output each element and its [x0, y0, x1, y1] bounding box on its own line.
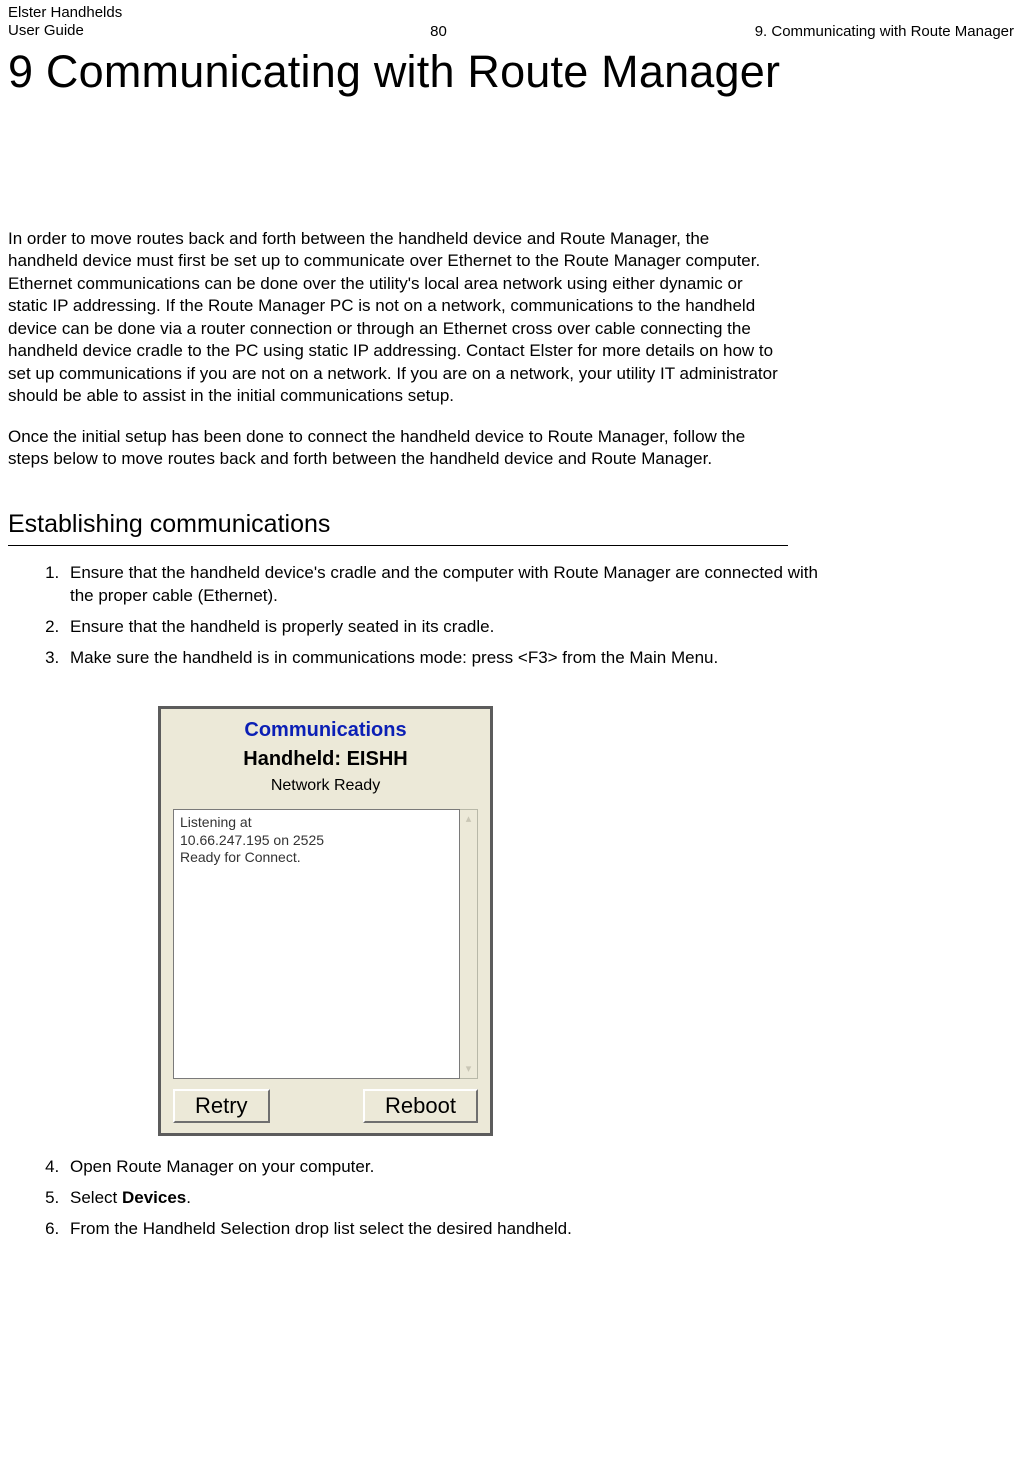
scroll-down-icon[interactable]: ▾: [460, 1060, 477, 1078]
app-window: Communications Handheld: EISHH Network R…: [158, 706, 493, 1136]
step-5: Select Devices.: [64, 1187, 824, 1210]
log-textbox: Listening at 10.66.247.195 on 2525 Ready…: [173, 809, 460, 1079]
comms-title: Communications: [161, 719, 490, 742]
steps-list: Ensure that the handheld device's cradle…: [64, 562, 824, 670]
scrollbar[interactable]: ▴ ▾: [460, 809, 478, 1079]
comms-status: Network Ready: [161, 777, 490, 795]
page-number: 80: [430, 23, 447, 40]
step-1: Ensure that the handheld device's cradle…: [64, 562, 824, 608]
step-4: Open Route Manager on your computer.: [64, 1156, 824, 1179]
intro-paragraph-1: In order to move routes back and forth b…: [8, 228, 778, 408]
step-5-suffix: .: [186, 1188, 191, 1207]
app-screenshot: Communications Handheld: EISHH Network R…: [158, 706, 493, 1136]
intro-paragraph-2: Once the initial setup has been done to …: [8, 426, 778, 471]
steps-list-continued: Open Route Manager on your computer. Sel…: [64, 1156, 824, 1241]
step-6: From the Handheld Selection drop list se…: [64, 1218, 824, 1241]
retry-button[interactable]: Retry: [173, 1089, 270, 1123]
header-left: Elster Handhelds User Guide: [8, 4, 122, 40]
section-rule: [8, 545, 788, 546]
step-5-prefix: Select: [70, 1188, 122, 1207]
step-2: Ensure that the handheld is properly sea…: [64, 616, 824, 639]
step-5-bold: Devices: [122, 1188, 186, 1207]
log-area: Listening at 10.66.247.195 on 2525 Ready…: [173, 809, 478, 1079]
section-heading: Establishing communications: [8, 510, 1014, 539]
step-3: Make sure the handheld is in communicati…: [64, 647, 824, 670]
doc-name: User Guide: [8, 22, 122, 40]
reboot-button[interactable]: Reboot: [363, 1089, 478, 1123]
product-name: Elster Handhelds: [8, 4, 122, 22]
page-header: Elster Handhelds User Guide 80 9. Commun…: [8, 0, 1014, 40]
button-row: Retry Reboot: [173, 1089, 478, 1123]
scroll-up-icon[interactable]: ▴: [460, 810, 477, 828]
comms-handheld: Handheld: EISHH: [161, 748, 490, 771]
chapter-title: 9 Communicating with Route Manager: [8, 46, 1014, 98]
section-ref: 9. Communicating with Route Manager: [755, 23, 1014, 40]
